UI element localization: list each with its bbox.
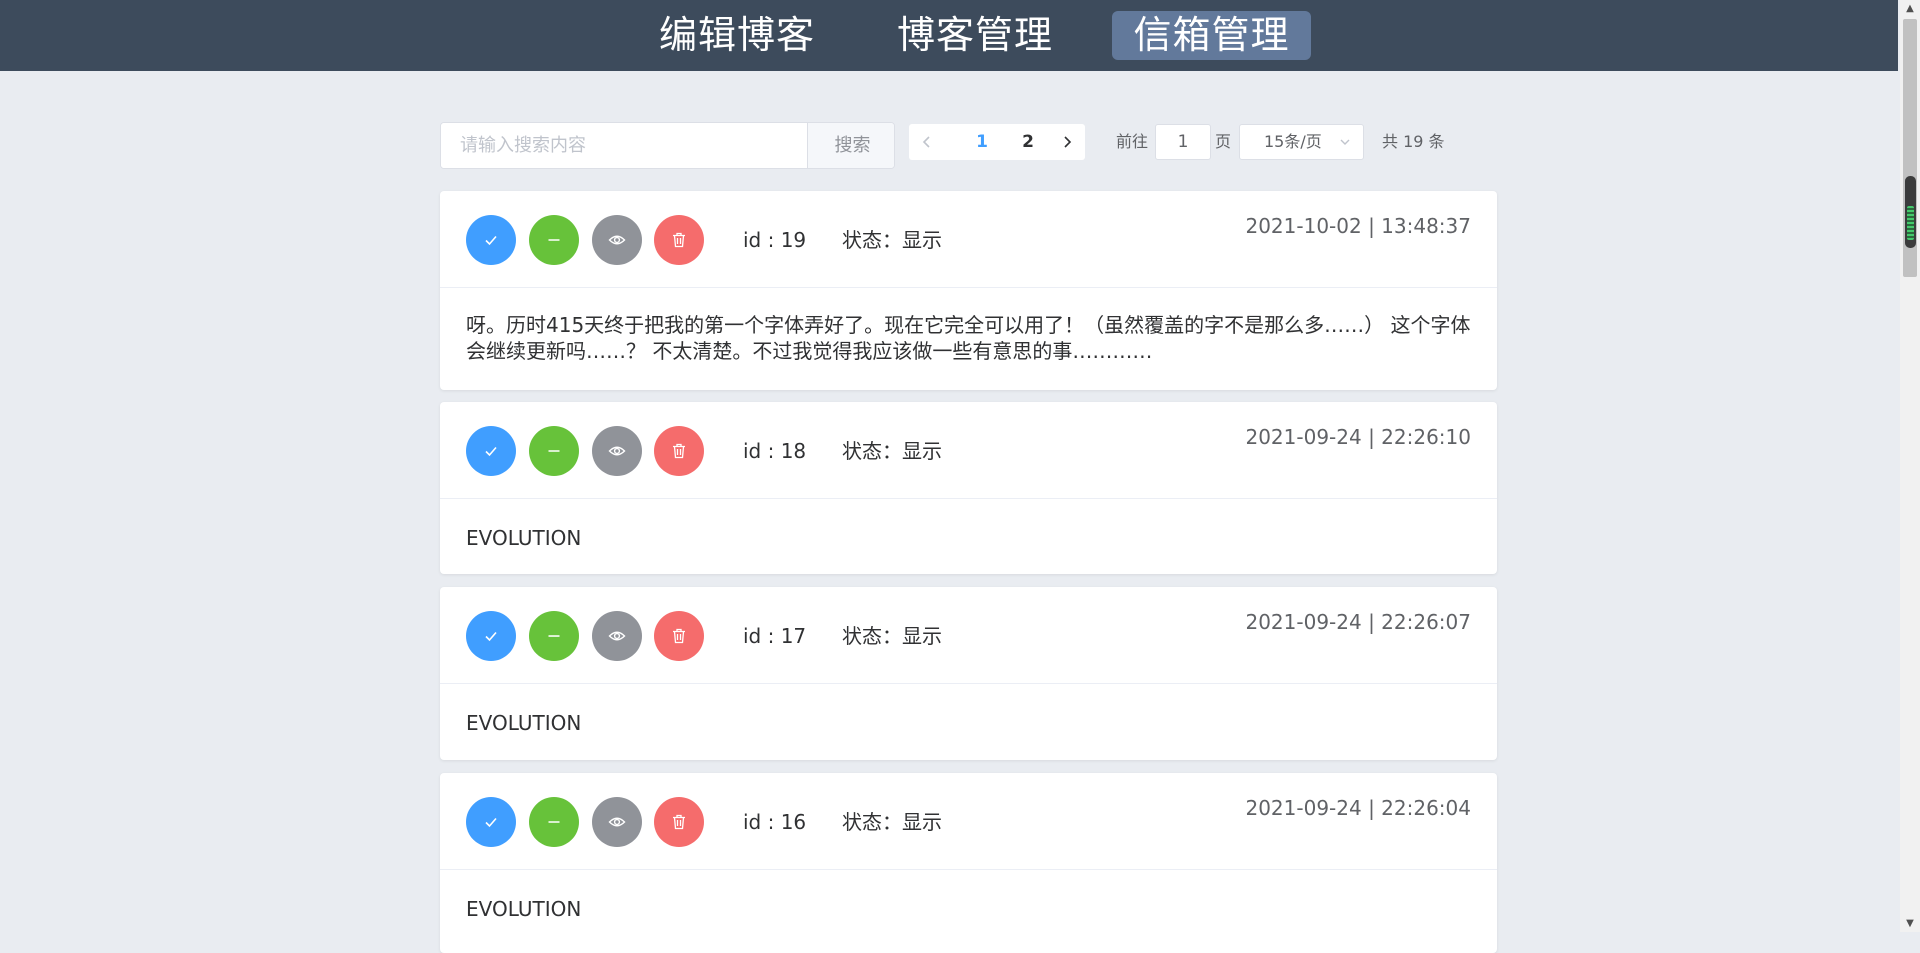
chevron-down-icon xyxy=(1339,125,1351,159)
card-header: id : 16 状态：显示 2021-09-24 | 22:26:04 xyxy=(440,773,1497,870)
nav-mailbox-manage[interactable]: 信箱管理 xyxy=(1112,11,1311,60)
message-content: EVOLUTION xyxy=(440,870,1497,922)
message-id: id : 16 xyxy=(743,810,807,834)
message-content: 呀。历时415天终于把我的第一个字体弄好了。现在它完全可以用了！（虽然覆盖的字不… xyxy=(440,288,1497,364)
message-date: 2021-09-24 | 22:26:04 xyxy=(1245,796,1471,820)
message-date: 2021-09-24 | 22:26:10 xyxy=(1245,425,1471,449)
hide-button[interactable] xyxy=(529,426,579,476)
search-input[interactable] xyxy=(441,123,807,168)
card-header: id : 18 状态：显示 2021-09-24 | 22:26:10 xyxy=(440,402,1497,499)
scroll-up-icon[interactable]: ▲ xyxy=(1900,0,1920,17)
check-icon xyxy=(485,446,497,457)
message-card: id : 18 状态：显示 2021-09-24 | 22:26:10 EVOL… xyxy=(440,402,1497,574)
message-card: id : 16 状态：显示 2021-09-24 | 22:26:04 EVOL… xyxy=(440,773,1497,953)
message-date: 2021-10-02 | 13:48:37 xyxy=(1245,214,1471,238)
eye-icon xyxy=(608,817,626,827)
message-card: id : 17 状态：显示 2021-09-24 | 22:26:07 EVOL… xyxy=(440,587,1497,760)
eye-icon xyxy=(608,446,626,456)
message-content-line: 呀。历时415天终于把我的第一个字体弄好了。现在它完全可以用了！（虽然覆盖的字不… xyxy=(466,313,1471,337)
message-id: id : 17 xyxy=(743,624,807,648)
view-button[interactable] xyxy=(592,426,642,476)
search-group: 搜索 xyxy=(440,122,895,169)
top-nav: 编辑博客 博客管理 信箱管理 xyxy=(0,0,1898,71)
pagination: 1 2 xyxy=(909,124,1085,160)
page-size-select[interactable]: 15条/页 xyxy=(1239,124,1364,160)
message-card: id : 19 状态：显示 2021-10-02 | 13:48:37 呀。历时… xyxy=(440,191,1497,390)
trash-icon xyxy=(673,232,685,248)
hide-button[interactable] xyxy=(529,611,579,661)
chevron-right-icon[interactable] xyxy=(1049,124,1085,160)
search-button[interactable]: 搜索 xyxy=(807,123,894,168)
approve-button[interactable] xyxy=(466,215,516,265)
delete-button[interactable] xyxy=(654,215,704,265)
minus-icon xyxy=(548,450,560,452)
minus-icon xyxy=(548,821,560,823)
vertical-scrollbar[interactable]: ▲ ▼ xyxy=(1900,0,1920,932)
message-status: 状态：显示 xyxy=(842,228,942,252)
trash-icon xyxy=(673,443,685,459)
message-date: 2021-09-24 | 22:26:07 xyxy=(1245,610,1471,634)
scroll-down-icon[interactable]: ▼ xyxy=(1900,915,1920,932)
check-icon xyxy=(485,235,497,246)
page-number-1[interactable]: 1 xyxy=(964,124,1000,160)
hide-button[interactable] xyxy=(529,215,579,265)
message-content: EVOLUTION xyxy=(440,684,1497,736)
minus-icon xyxy=(548,239,560,241)
approve-button[interactable] xyxy=(466,797,516,847)
message-status: 状态：显示 xyxy=(842,810,942,834)
message-status: 状态：显示 xyxy=(842,624,942,648)
check-icon xyxy=(485,631,497,642)
page-number-2[interactable]: 2 xyxy=(1010,124,1046,160)
delete-button[interactable] xyxy=(654,611,704,661)
message-content-line: 会继续更新吗……？ 不太清楚。不过我觉得我应该做一些有意思的事………… xyxy=(466,339,1153,363)
chevron-left-icon[interactable] xyxy=(909,124,945,160)
trash-icon xyxy=(673,814,685,830)
scroll-indicator-overlay xyxy=(1905,176,1916,248)
page-size-value: 15条/页 xyxy=(1264,132,1322,151)
hide-button[interactable] xyxy=(529,797,579,847)
view-button[interactable] xyxy=(592,215,642,265)
message-content-line: EVOLUTION xyxy=(466,526,582,550)
message-content-line: EVOLUTION xyxy=(466,711,582,735)
scroll-indicator-mark xyxy=(1907,206,1914,240)
message-content-line: EVOLUTION xyxy=(466,897,582,921)
delete-button[interactable] xyxy=(654,426,704,476)
eye-icon xyxy=(608,235,626,245)
approve-button[interactable] xyxy=(466,426,516,476)
page-suffix-label: 页 xyxy=(1215,132,1232,151)
message-id: id : 18 xyxy=(743,439,807,463)
goto-page-input[interactable] xyxy=(1155,124,1211,160)
total-count: 共 19 条 xyxy=(1382,132,1445,151)
approve-button[interactable] xyxy=(466,611,516,661)
nav-edit-blog[interactable]: 编辑博客 xyxy=(652,11,822,60)
minus-icon xyxy=(548,635,560,637)
goto-label: 前往 xyxy=(1116,132,1149,151)
trash-icon xyxy=(673,628,685,644)
delete-button[interactable] xyxy=(654,797,704,847)
card-header: id : 17 状态：显示 2021-09-24 | 22:26:07 xyxy=(440,587,1497,684)
eye-icon xyxy=(608,631,626,641)
check-icon xyxy=(485,817,497,828)
card-header: id : 19 状态：显示 2021-10-02 | 13:48:37 xyxy=(440,191,1497,288)
message-status: 状态：显示 xyxy=(842,439,942,463)
message-content: EVOLUTION xyxy=(440,499,1497,551)
nav-blog-manage[interactable]: 博客管理 xyxy=(890,11,1060,60)
view-button[interactable] xyxy=(592,797,642,847)
message-id: id : 19 xyxy=(743,228,807,252)
view-button[interactable] xyxy=(592,611,642,661)
